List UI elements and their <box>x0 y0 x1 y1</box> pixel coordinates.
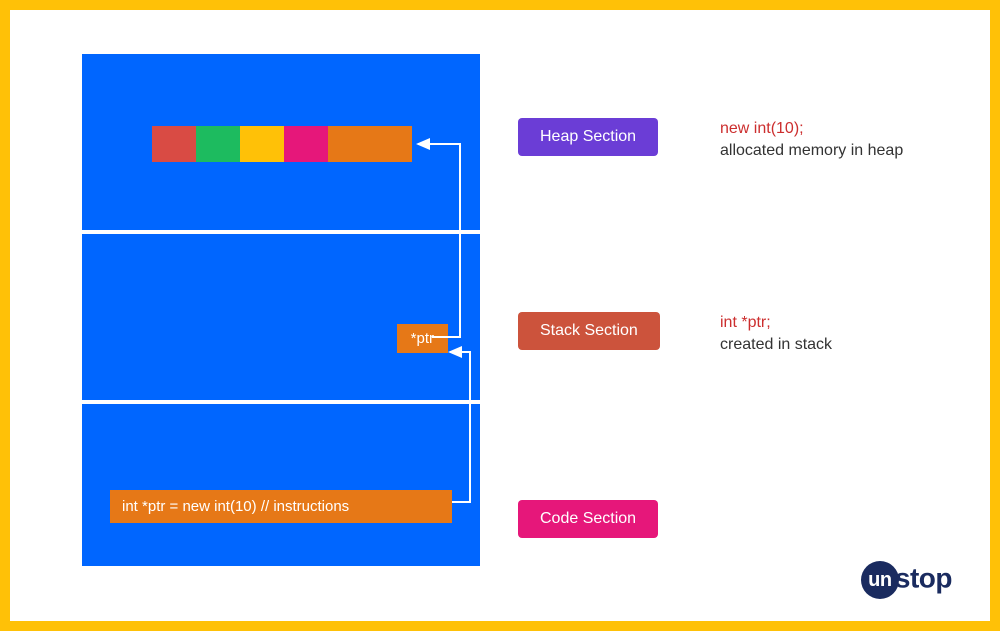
heap-description: new int(10); allocated memory in heap <box>720 118 903 163</box>
heap-section <box>82 54 480 234</box>
stack-label: Stack Section <box>518 312 660 350</box>
logo-badge: un <box>861 561 899 599</box>
heap-desc-text: allocated memory in heap <box>720 140 903 162</box>
unstop-logo: unstop <box>861 561 952 599</box>
stack-section: *ptr <box>82 234 480 404</box>
code-instruction: int *ptr = new int(10) // instructions <box>110 490 452 523</box>
stack-code-text: int *ptr; <box>720 312 832 334</box>
heap-memory-blocks <box>152 126 412 162</box>
mem-block <box>240 126 284 162</box>
code-label: Code Section <box>518 500 658 538</box>
memory-diagram: *ptr int *ptr = new int(10) // instructi… <box>82 54 480 570</box>
mem-block <box>196 126 240 162</box>
ptr-variable: *ptr <box>397 324 448 353</box>
logo-text: stop <box>895 562 952 593</box>
mem-block <box>152 126 196 162</box>
code-section: int *ptr = new int(10) // instructions <box>82 404 480 566</box>
mem-block-allocated <box>328 126 412 162</box>
stack-description: int *ptr; created in stack <box>720 312 832 357</box>
heap-code-text: new int(10); <box>720 118 903 140</box>
stack-desc-text: created in stack <box>720 334 832 356</box>
mem-block <box>284 126 328 162</box>
heap-label: Heap Section <box>518 118 658 156</box>
